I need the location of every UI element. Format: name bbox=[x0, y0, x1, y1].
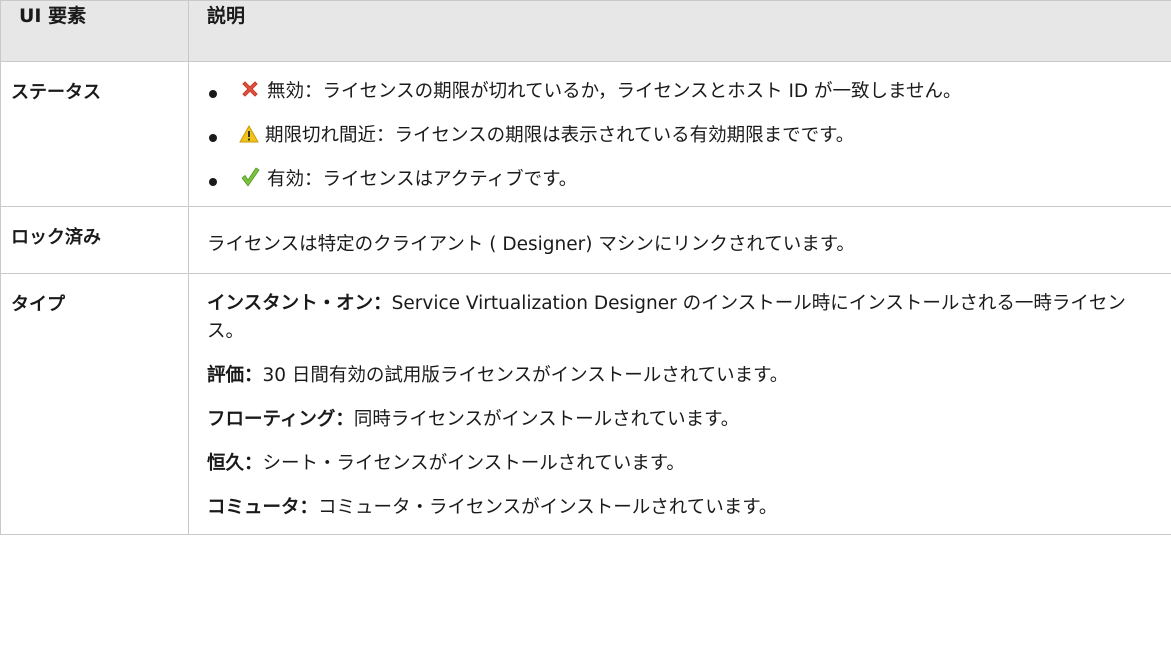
x-mark-icon bbox=[239, 78, 261, 100]
bullet-icon bbox=[209, 90, 217, 98]
table-header-row: UI 要素 説明 bbox=[0, 0, 1171, 62]
column-header-ui-element: UI 要素 bbox=[0, 0, 189, 62]
table-row-locked: ロック済み ライセンスは特定のクライアント ( Designer) マシンにリン… bbox=[0, 206, 1171, 274]
ui-elements-table: UI 要素 説明 ステータス 無効：ライセンスの期限が切れているか，ライセンスと… bbox=[0, 0, 1171, 535]
bullet-icon bbox=[209, 178, 217, 186]
type-item-commuter: コミュータ：コミュータ・ライセンスがインストールされています。 bbox=[207, 494, 1153, 522]
type-item-floating: フローティング：同時ライセンスがインストールされています。 bbox=[207, 406, 1153, 434]
type-text: コミュータ・ライセンスがインストールされています。 bbox=[318, 497, 778, 518]
type-text: 同時ライセンスがインストールされています。 bbox=[353, 409, 740, 430]
type-item-permanent: 恒久：シート・ライセンスがインストールされています。 bbox=[207, 450, 1153, 478]
type-term: コミュータ： bbox=[207, 497, 319, 518]
type-text: 30 日間有効の試用版ライセンスがインストールされています。 bbox=[262, 365, 789, 386]
row-name-locked: ロック済み bbox=[0, 206, 189, 274]
warning-triangle-icon bbox=[239, 124, 259, 144]
table-row-status: ステータス 無効：ライセンスの期限が切れているか，ライセンスとホスト ID が一… bbox=[0, 61, 1171, 207]
status-valid-text: 有効：ライセンスはアクティブです。 bbox=[267, 169, 578, 190]
status-expiring-text: 期限切れ間近：ライセンスの期限は表示されている有効期限までです。 bbox=[265, 125, 855, 146]
type-item-evaluation: 評価：30 日間有効の試用版ライセンスがインストールされています。 bbox=[207, 362, 1153, 390]
bullet-icon bbox=[209, 134, 217, 142]
locked-description-text: ライセンスは特定のクライアント ( Designer) マシンにリンクされていま… bbox=[207, 234, 855, 255]
status-list: 無効：ライセンスの期限が切れているか，ライセンスとホスト ID が一致しません。… bbox=[207, 78, 1153, 194]
type-text: シート・ライセンスがインストールされています。 bbox=[262, 453, 685, 474]
row-name-status: ステータス bbox=[0, 61, 189, 207]
row-description-type: インスタント・オン：Service Virtualization Designe… bbox=[188, 273, 1171, 535]
status-item-valid: 有効：ライセンスはアクティブです。 bbox=[207, 166, 1153, 194]
column-header-description: 説明 bbox=[188, 0, 1171, 62]
type-term: 恒久： bbox=[207, 453, 263, 474]
type-term: インスタント・オン： bbox=[207, 293, 392, 314]
type-item-instant-on: インスタント・オン：Service Virtualization Designe… bbox=[207, 290, 1153, 346]
status-item-expiring: 期限切れ間近：ライセンスの期限は表示されている有効期限までです。 bbox=[207, 122, 1153, 150]
type-term: フローティング： bbox=[207, 409, 354, 430]
status-invalid-text: 無効：ライセンスの期限が切れているか，ライセンスとホスト ID が一致しません。 bbox=[267, 81, 962, 102]
type-term: 評価： bbox=[207, 365, 263, 386]
row-description-status: 無効：ライセンスの期限が切れているか，ライセンスとホスト ID が一致しません。… bbox=[188, 61, 1171, 207]
status-item-invalid: 無効：ライセンスの期限が切れているか，ライセンスとホスト ID が一致しません。 bbox=[207, 78, 1153, 106]
row-name-type: タイプ bbox=[0, 273, 189, 535]
row-description-locked: ライセンスは特定のクライアント ( Designer) マシンにリンクされていま… bbox=[188, 206, 1171, 274]
checkmark-icon bbox=[239, 166, 261, 188]
table-row-type: タイプ インスタント・オン：Service Virtualization Des… bbox=[0, 273, 1171, 535]
